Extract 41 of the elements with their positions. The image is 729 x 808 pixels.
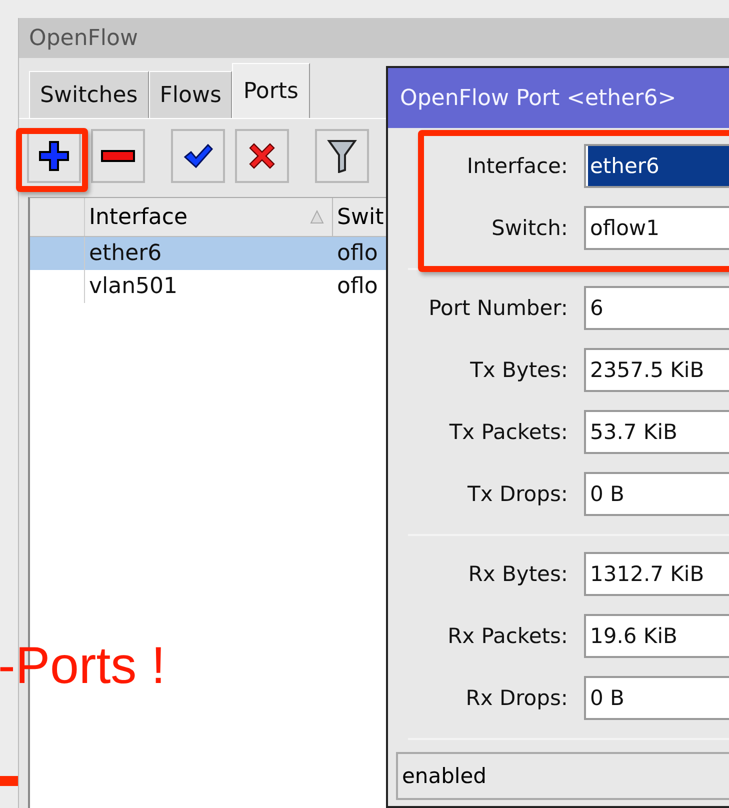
filter-icon — [327, 139, 357, 173]
tab[interactable]: Flows — [148, 71, 232, 118]
field-label: Rx Drops: — [464, 686, 568, 710]
input-field[interactable]: 2357.5 KiB — [584, 348, 729, 392]
table-cell-text: vlan501 — [88, 273, 179, 301]
annotation-mark — [0, 776, 18, 786]
input-field[interactable]: 19.6 KiB — [584, 614, 729, 658]
enable-button[interactable] — [171, 129, 225, 183]
table-cell-text: oflo — [336, 273, 379, 301]
window-title: OpenFlow — [19, 18, 729, 58]
annotation-text: -Ports ! — [0, 636, 166, 696]
input-field[interactable]: 6 — [584, 286, 729, 330]
field-label: Interface: — [466, 154, 568, 178]
cross-icon — [248, 142, 276, 170]
dialog-title: OpenFlow Port <ether6> — [388, 68, 729, 128]
field-label: Switch: — [490, 216, 568, 240]
field-label: Rx Packets: — [446, 624, 568, 648]
input-field[interactable]: oflow1 — [584, 206, 729, 250]
field-label: Tx Bytes: — [469, 358, 568, 382]
field-label: Tx Drops: — [466, 482, 568, 506]
filter-button[interactable] — [315, 129, 369, 183]
field-label: Port Number: — [428, 296, 568, 320]
field-label: Tx Packets: — [448, 420, 568, 444]
column-header[interactable]: Interface — [85, 198, 333, 236]
input-field[interactable]: 0 B — [584, 676, 729, 720]
tab[interactable]: Ports — [232, 63, 310, 118]
plus-icon — [37, 139, 71, 173]
table-cell-text: oflo — [336, 240, 379, 268]
checkmark-icon — [183, 143, 213, 169]
sort-icon — [310, 210, 324, 224]
input-field[interactable]: 1312.7 KiB — [584, 552, 729, 596]
tab[interactable]: Switches — [29, 71, 149, 118]
remove-button[interactable] — [91, 129, 145, 183]
status-field: enabled — [396, 752, 729, 800]
field-label: Rx Bytes: — [467, 562, 568, 586]
input-field[interactable]: 53.7 KiB — [584, 410, 729, 454]
input-field[interactable]: 0 B — [584, 472, 729, 516]
input-field[interactable]: ether6 — [584, 144, 729, 188]
minus-icon — [101, 150, 135, 162]
disable-button[interactable] — [235, 129, 289, 183]
table-cell-text: ether6 — [88, 240, 163, 268]
